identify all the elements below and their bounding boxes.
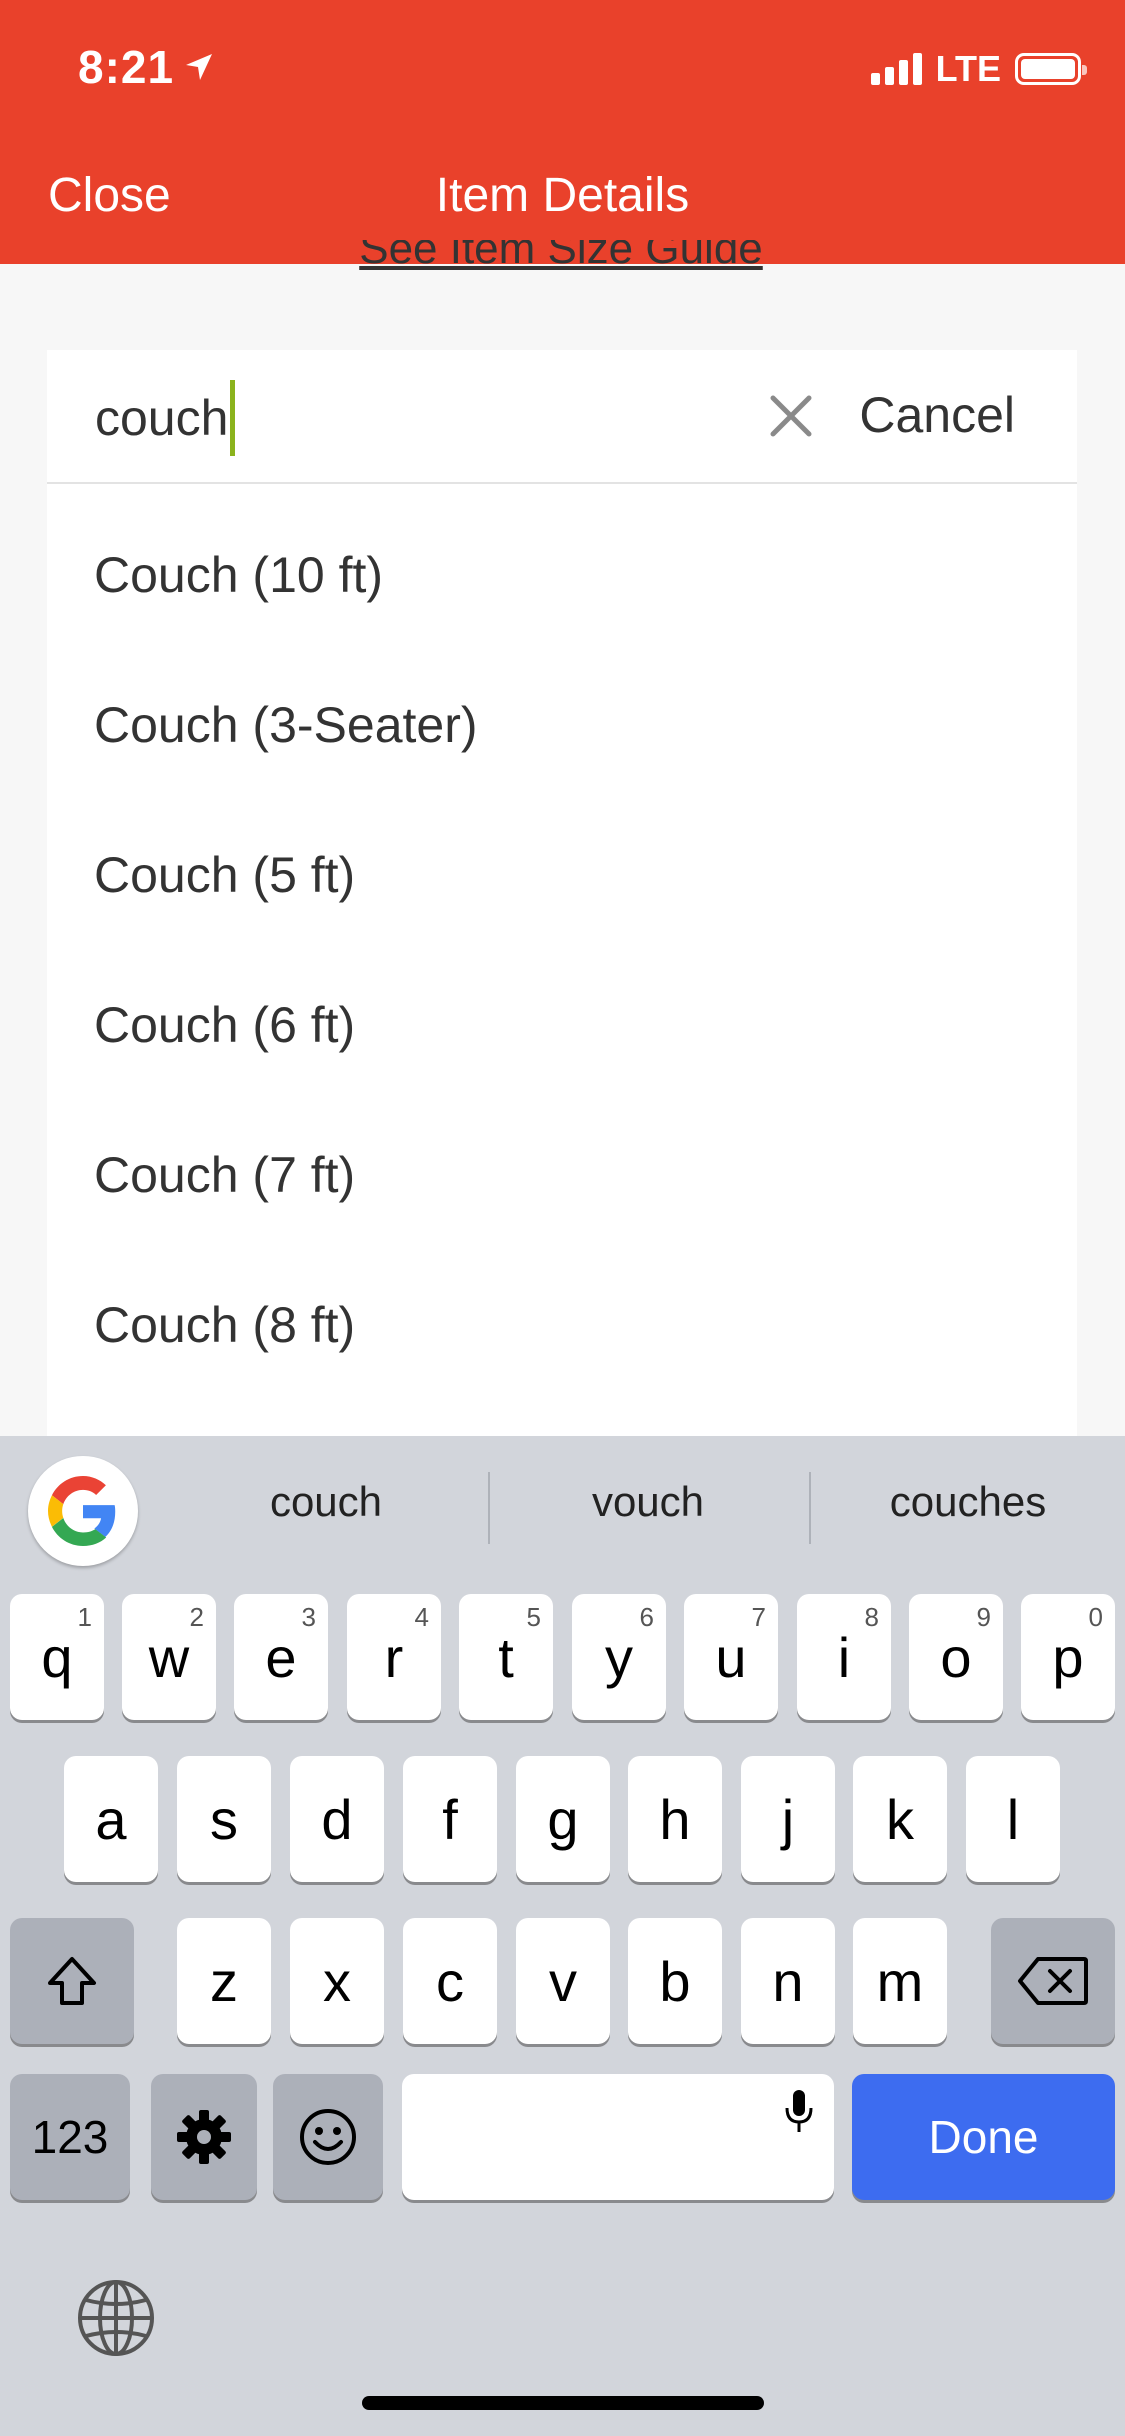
shift-key[interactable] [10,1918,134,2044]
search-input-value: couch [95,390,229,446]
key-t[interactable]: t5 [459,1594,553,1720]
delete-key[interactable] [991,1918,1115,2044]
done-button[interactable]: Done [852,2074,1115,2200]
key-i[interactable]: i8 [797,1594,891,1720]
search-panel: couch Cancel Couch (10 ft) Couch (3-Seat… [47,350,1077,1436]
status-right: LTE [870,48,1087,90]
suggestion-bar: couch vouch couches [0,1436,1125,1576]
size-guide-link[interactable]: See Item Size Guide [345,240,777,280]
status-time: 8:21 [78,40,214,94]
key-h[interactable]: h [628,1756,722,1882]
result-item[interactable]: Couch (6 ft) [47,950,1077,1100]
numbers-key[interactable]: 123 [10,2074,130,2200]
key-y[interactable]: y6 [572,1594,666,1720]
size-guide-link-text: See Item Size Guide [359,240,763,273]
network-label: LTE [935,48,1001,89]
shift-icon [48,1957,96,2005]
key-z[interactable]: z [177,1918,271,2044]
result-item[interactable]: Couch (5 ft) [47,800,1077,950]
key-d[interactable]: d [290,1756,384,1882]
key-p[interactable]: p0 [1021,1594,1115,1720]
page-title: Item Details [435,169,690,222]
gear-icon [177,2110,231,2164]
result-item[interactable]: Couch (7 ft) [47,1100,1077,1250]
key-n[interactable]: n [741,1918,835,2044]
key-w[interactable]: w2 [122,1594,216,1720]
settings-key[interactable] [151,2074,257,2200]
search-input[interactable]: couch [95,380,236,456]
key-g[interactable]: g [516,1756,610,1882]
key-m[interactable]: m [853,1918,947,2044]
cancel-button[interactable]: Cancel [859,386,1015,444]
result-item[interactable]: Couch (8 ft) [47,1250,1077,1400]
status-time-text: 8:21 [78,41,175,93]
globe-icon[interactable] [76,2278,156,2358]
key-r[interactable]: r4 [347,1594,441,1720]
keyboard: couch vouch couches q1 w2 e3 r4 t5 y6 u7… [0,1436,1125,2436]
signal-icon [870,53,922,85]
suggestion-3[interactable]: couches [828,1478,1108,1526]
key-q[interactable]: q1 [10,1594,104,1720]
location-arrow-icon [186,54,213,80]
backspace-icon [1018,1957,1088,2005]
microphone-icon[interactable] [784,2088,814,2134]
suggestion-divider [809,1472,811,1544]
key-j[interactable]: j [741,1756,835,1882]
nav-header: 8:21 LTE Close Item Details [0,0,1125,264]
suggestion-2[interactable]: vouch [508,1478,788,1526]
key-x[interactable]: x [290,1918,384,2044]
emoji-icon [300,2109,356,2165]
text-caret [230,380,236,456]
key-l[interactable]: l [966,1756,1060,1882]
key-o[interactable]: o9 [909,1594,1003,1720]
results-list: Couch (10 ft) Couch (3-Seater) Couch (5 … [47,484,1077,1400]
result-item[interactable]: Couch (10 ft) [47,500,1077,650]
key-e[interactable]: e3 [234,1594,328,1720]
key-a[interactable]: a [64,1756,158,1882]
search-row: couch Cancel [47,350,1077,484]
key-u[interactable]: u7 [684,1594,778,1720]
clear-icon[interactable] [769,394,813,438]
key-v[interactable]: v [516,1918,610,2044]
space-key[interactable] [402,2074,834,2200]
result-item[interactable]: Couch (3-Seater) [47,650,1077,800]
suggestion-1[interactable]: couch [186,1478,466,1526]
google-icon[interactable] [28,1456,138,1566]
home-indicator[interactable] [362,2396,764,2410]
emoji-key[interactable] [273,2074,383,2200]
key-f[interactable]: f [403,1756,497,1882]
key-s[interactable]: s [177,1756,271,1882]
suggestion-divider [488,1472,490,1544]
battery-icon [1015,53,1087,85]
key-b[interactable]: b [628,1918,722,2044]
key-c[interactable]: c [403,1918,497,2044]
key-k[interactable]: k [853,1756,947,1882]
